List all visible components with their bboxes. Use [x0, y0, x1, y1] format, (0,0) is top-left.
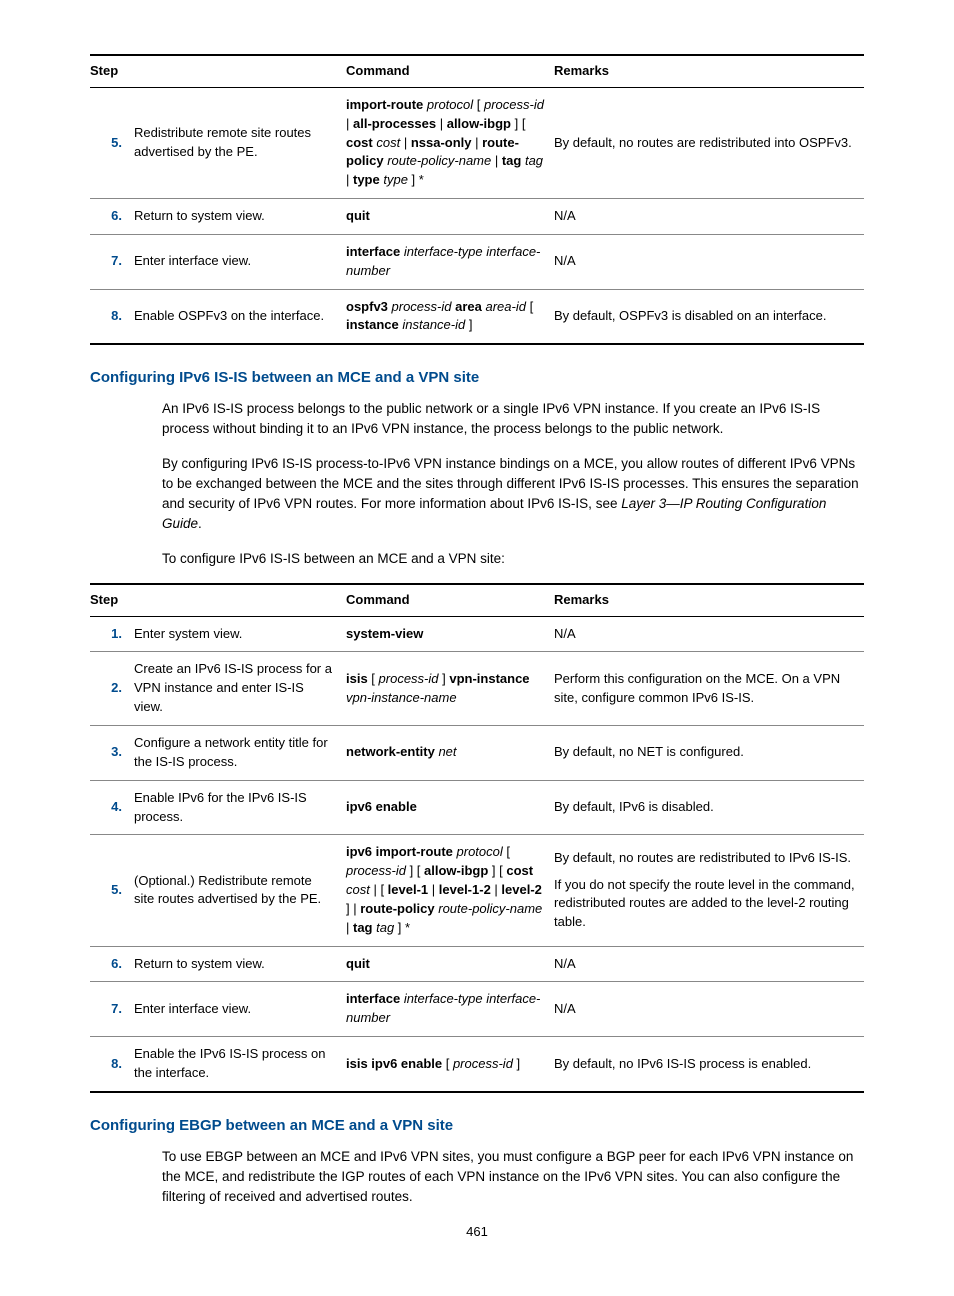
table-row: 8.Enable the IPv6 IS-IS process on the i…: [90, 1037, 864, 1092]
remarks-cell: N/A: [554, 616, 864, 652]
table-row: 7.Enter interface view.interface interfa…: [90, 982, 864, 1037]
command-cell: network-entity net: [346, 726, 554, 781]
command-cell: import-route protocol [ process-id | all…: [346, 87, 554, 198]
step-number: 4.: [90, 780, 134, 835]
step-description: Create an IPv6 IS-IS process for a VPN i…: [134, 652, 346, 726]
table-row: 1.Enter system view.system-viewN/A: [90, 616, 864, 652]
remarks-cell: Perform this configuration on the MCE. O…: [554, 652, 864, 726]
remarks-cell: N/A: [554, 234, 864, 289]
command-cell: quit: [346, 946, 554, 982]
table-row: 6.Return to system view.quitN/A: [90, 946, 864, 982]
step-number: 2.: [90, 652, 134, 726]
paragraph: To configure IPv6 IS-IS between an MCE a…: [162, 549, 864, 569]
command-cell: isis ipv6 enable [ process-id ]: [346, 1037, 554, 1092]
step-number: 3.: [90, 726, 134, 781]
section-heading-ipv6-isis: Configuring IPv6 IS-IS between an MCE an…: [90, 367, 864, 389]
step-description: Return to system view.: [134, 946, 346, 982]
command-cell: ospfv3 process-id area area-id [ instanc…: [346, 289, 554, 344]
col-command: Command: [346, 584, 554, 616]
col-step: Step: [90, 55, 346, 87]
step-number: 7.: [90, 982, 134, 1037]
remarks-cell: N/A: [554, 199, 864, 235]
step-number: 1.: [90, 616, 134, 652]
remarks-cell: By default, no IPv6 IS-IS process is ena…: [554, 1037, 864, 1092]
col-command: Command: [346, 55, 554, 87]
col-remarks: Remarks: [554, 55, 864, 87]
page-number: 461: [90, 1223, 864, 1242]
step-description: (Optional.) Redistribute remote site rou…: [134, 835, 346, 946]
remarks-cell: By default, OSPFv3 is disabled on an int…: [554, 289, 864, 344]
paragraph: By configuring IPv6 IS-IS process-to-IPv…: [162, 454, 864, 535]
remarks-cell: N/A: [554, 982, 864, 1037]
col-step: Step: [90, 584, 346, 616]
step-description: Return to system view.: [134, 199, 346, 235]
step-number: 8.: [90, 289, 134, 344]
step-description: Redistribute remote site routes advertis…: [134, 87, 346, 198]
command-cell: ipv6 enable: [346, 780, 554, 835]
step-description: Enter system view.: [134, 616, 346, 652]
col-remarks: Remarks: [554, 584, 864, 616]
command-cell: system-view: [346, 616, 554, 652]
paragraph: To use EBGP between an MCE and IPv6 VPN …: [162, 1147, 864, 1208]
step-number: 5.: [90, 87, 134, 198]
step-number: 7.: [90, 234, 134, 289]
table-row: 4.Enable IPv6 for the IPv6 IS-IS process…: [90, 780, 864, 835]
table-row: 2.Create an IPv6 IS-IS process for a VPN…: [90, 652, 864, 726]
section-heading-ebgp: Configuring EBGP between an MCE and a VP…: [90, 1115, 864, 1137]
table-row: 5.(Optional.) Redistribute remote site r…: [90, 835, 864, 946]
step-number: 8.: [90, 1037, 134, 1092]
remarks-cell: By default, no routes are redistributed …: [554, 87, 864, 198]
step-description: Enable the IPv6 IS-IS process on the int…: [134, 1037, 346, 1092]
command-cell: ipv6 import-route protocol [ process-id …: [346, 835, 554, 946]
remarks-cell: By default, no routes are redistributed …: [554, 835, 864, 946]
remarks-cell: By default, IPv6 is disabled.: [554, 780, 864, 835]
step-number: 6.: [90, 199, 134, 235]
step-description: Configure a network entity title for the…: [134, 726, 346, 781]
step-description: Enter interface view.: [134, 982, 346, 1037]
step-description: Enter interface view.: [134, 234, 346, 289]
table-row: 6.Return to system view.quitN/A: [90, 199, 864, 235]
paragraph: An IPv6 IS-IS process belongs to the pub…: [162, 399, 864, 440]
command-cell: quit: [346, 199, 554, 235]
command-cell: isis [ process-id ] vpn-instance vpn-ins…: [346, 652, 554, 726]
remarks-cell: By default, no NET is configured.: [554, 726, 864, 781]
step-description: Enable OSPFv3 on the interface.: [134, 289, 346, 344]
remarks-cell: N/A: [554, 946, 864, 982]
step-description: Enable IPv6 for the IPv6 IS-IS process.: [134, 780, 346, 835]
table-row: 3.Configure a network entity title for t…: [90, 726, 864, 781]
config-table-ipv6-isis: Step Command Remarks 1.Enter system view…: [90, 583, 864, 1093]
command-cell: interface interface-type interface-numbe…: [346, 234, 554, 289]
config-table-ospfv3: Step Command Remarks 5.Redistribute remo…: [90, 54, 864, 345]
table-row: 5.Redistribute remote site routes advert…: [90, 87, 864, 198]
table-row: 7.Enter interface view.interface interfa…: [90, 234, 864, 289]
command-cell: interface interface-type interface-numbe…: [346, 982, 554, 1037]
step-number: 5.: [90, 835, 134, 946]
step-number: 6.: [90, 946, 134, 982]
table-row: 8.Enable OSPFv3 on the interface.ospfv3 …: [90, 289, 864, 344]
